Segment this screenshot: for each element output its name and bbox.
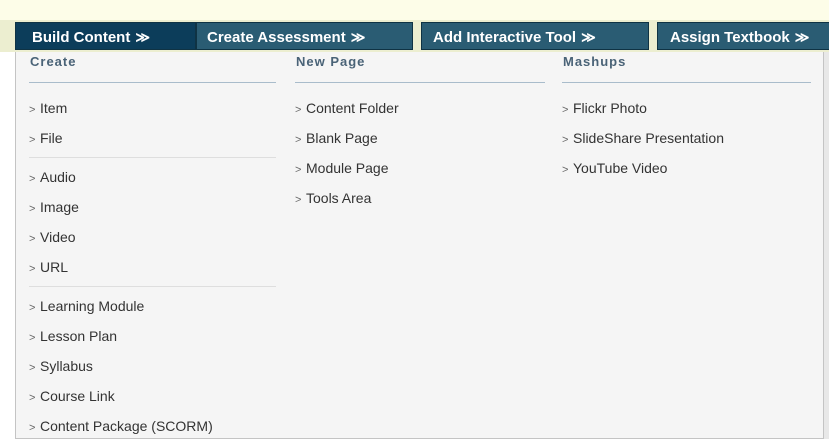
menu-item-label: Flickr Photo — [573, 100, 647, 116]
menu-item-youtube-video[interactable]: > YouTube Video — [562, 153, 811, 183]
menu-item-video[interactable]: > Video — [29, 222, 276, 252]
chevron-down-icon: ≫ — [794, 29, 810, 45]
arrow-right-icon: > — [29, 134, 36, 146]
arrow-right-icon: > — [295, 104, 302, 116]
menu-item-content-folder[interactable]: > Content Folder — [295, 93, 545, 123]
assign-textbook-label: Assign Textbook — [670, 29, 790, 46]
build-content-label: Build Content — [32, 29, 131, 46]
arrow-right-icon: > — [29, 173, 36, 185]
new-page-column: New Page > Content Folder > Blank Page > Mo… — [295, 52, 545, 213]
arrow-right-icon: > — [562, 164, 569, 176]
menu-item-label: YouTube Video — [573, 160, 668, 176]
menu-item-module-page[interactable]: > Module Page — [295, 153, 545, 183]
create-group-basic: > Item > File — [29, 83, 276, 153]
content-toolbar: Build Content ≫ Create Assessment ≫ Add In… — [0, 20, 829, 52]
menu-item-course-link[interactable]: > Course Link — [29, 381, 276, 411]
mashups-column: Mashups > Flickr Photo > SlideShare Presen… — [562, 52, 811, 183]
create-column: Create > Item > File > Audio > Image > Video … — [29, 52, 276, 441]
menu-item-label: SlideShare Presentation — [573, 130, 724, 146]
add-interactive-tool-label: Add Interactive Tool — [433, 29, 577, 46]
menu-item-lesson-plan[interactable]: > Lesson Plan — [29, 321, 276, 351]
menu-item-blank-page[interactable]: > Blank Page — [295, 123, 545, 153]
chevron-down-icon: ≫ — [135, 29, 150, 45]
arrow-right-icon: > — [562, 134, 569, 146]
menu-item-label: URL — [40, 259, 69, 275]
create-group-structure: > Learning Module > Lesson Plan > Syllabus … — [29, 286, 276, 441]
menu-item-content-package[interactable]: > Content Package (SCORM) — [29, 411, 276, 441]
assign-textbook-button[interactable]: Assign Textbook ≫ — [657, 22, 829, 50]
arrow-right-icon: > — [562, 104, 569, 116]
mashups-heading: Mashups — [562, 52, 811, 83]
create-assessment-label: Create Assessment — [207, 29, 346, 46]
mashups-group: > Flickr Photo > SlideShare Presentation >… — [562, 83, 811, 183]
menu-item-label: Module Page — [306, 160, 389, 176]
arrow-right-icon: > — [29, 332, 36, 344]
menu-item-flickr-photo[interactable]: > Flickr Photo — [562, 93, 811, 123]
arrow-right-icon: > — [29, 203, 36, 215]
arrow-right-icon: > — [29, 362, 36, 374]
new-page-heading: New Page — [295, 52, 545, 83]
menu-item-file[interactable]: > File — [29, 123, 276, 153]
top-strip — [0, 0, 829, 21]
menu-item-syllabus[interactable]: > Syllabus — [29, 351, 276, 381]
arrow-right-icon: > — [29, 302, 36, 314]
create-assessment-button[interactable]: Create Assessment ≫ — [196, 22, 413, 50]
arrow-right-icon: > — [29, 392, 36, 404]
arrow-right-icon: > — [295, 134, 302, 146]
menu-item-label: Tools Area — [306, 190, 372, 206]
menu-item-label: Content Folder — [306, 100, 399, 116]
menu-item-label: File — [40, 130, 63, 146]
menu-item-label: Blank Page — [306, 130, 378, 146]
build-content-menu: Create > Item > File > Audio > Image > Video … — [15, 52, 824, 439]
menu-item-label: Course Link — [40, 388, 115, 404]
add-interactive-tool-button[interactable]: Add Interactive Tool ≫ — [421, 22, 649, 50]
page-shade — [824, 52, 829, 439]
menu-item-label: Video — [40, 229, 76, 245]
menu-item-audio[interactable]: > Audio — [29, 162, 276, 192]
menu-item-slideshare[interactable]: > SlideShare Presentation — [562, 123, 811, 153]
menu-item-image[interactable]: > Image — [29, 192, 276, 222]
create-group-media: > Audio > Image > Video > URL — [29, 157, 276, 282]
menu-item-label: Item — [40, 100, 68, 116]
chevron-down-icon: ≫ — [581, 29, 596, 45]
menu-item-tools-area[interactable]: > Tools Area — [295, 183, 545, 213]
new-page-group: > Content Folder > Blank Page > Module Page… — [295, 83, 545, 213]
arrow-right-icon: > — [295, 194, 302, 206]
arrow-right-icon: > — [29, 233, 36, 245]
menu-item-label: Audio — [40, 169, 76, 185]
menu-item-label: Lesson Plan — [40, 328, 118, 344]
menu-item-learning-module[interactable]: > Learning Module — [29, 291, 276, 321]
build-content-button[interactable]: Build Content ≫ — [15, 22, 196, 50]
chevron-down-icon: ≫ — [350, 29, 366, 45]
menu-item-label: Content Package (SCORM) — [40, 418, 213, 434]
menu-item-label: Syllabus — [40, 358, 93, 374]
menu-item-url[interactable]: > URL — [29, 252, 276, 282]
menu-item-label: Image — [40, 199, 79, 215]
arrow-right-icon: > — [295, 164, 302, 176]
arrow-right-icon: > — [29, 263, 36, 275]
menu-item-item[interactable]: > Item — [29, 93, 276, 123]
menu-item-label: Learning Module — [40, 298, 145, 314]
create-heading: Create — [29, 52, 276, 83]
arrow-right-icon: > — [29, 104, 36, 116]
